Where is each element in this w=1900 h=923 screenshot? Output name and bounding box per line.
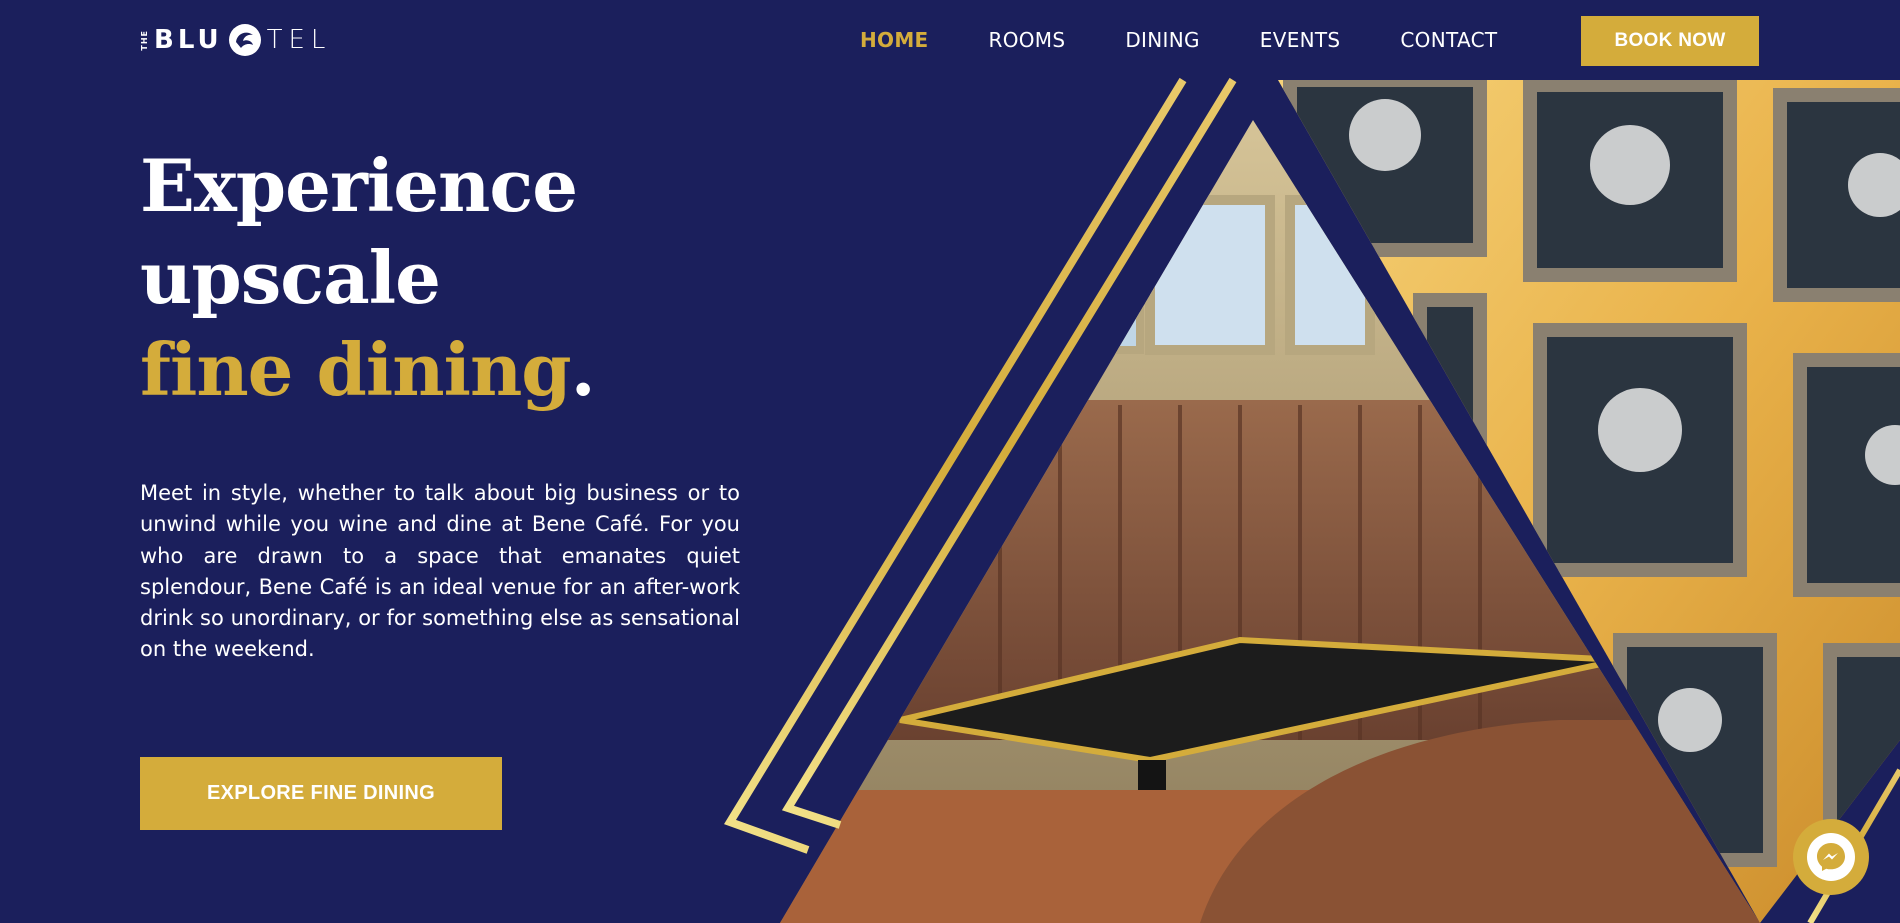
dolphin-logo-icon xyxy=(227,22,263,58)
logo-blu-text: BLU xyxy=(154,25,223,55)
nav-home[interactable]: HOME xyxy=(860,28,929,52)
nav-dining[interactable]: DINING xyxy=(1125,28,1199,52)
messenger-chat-button[interactable] xyxy=(1793,819,1869,895)
book-now-button[interactable]: BOOK NOW xyxy=(1581,16,1759,66)
hero-artwork xyxy=(724,77,1900,923)
top-navigation: THE BLU TEL HOME ROOMS DINING EVENTS CON… xyxy=(0,0,1900,80)
main-menu: HOME ROOMS DINING EVENTS CONTACT xyxy=(860,0,1557,80)
nav-rooms[interactable]: ROOMS xyxy=(989,28,1066,52)
nav-contact[interactable]: CONTACT xyxy=(1400,28,1497,52)
logo-the-text: THE xyxy=(140,29,149,51)
messenger-icon xyxy=(1807,833,1855,881)
nav-events[interactable]: EVENTS xyxy=(1260,28,1341,52)
logo-tel-text: TEL xyxy=(266,25,332,55)
hotel-logo[interactable]: THE BLU TEL xyxy=(140,18,331,62)
